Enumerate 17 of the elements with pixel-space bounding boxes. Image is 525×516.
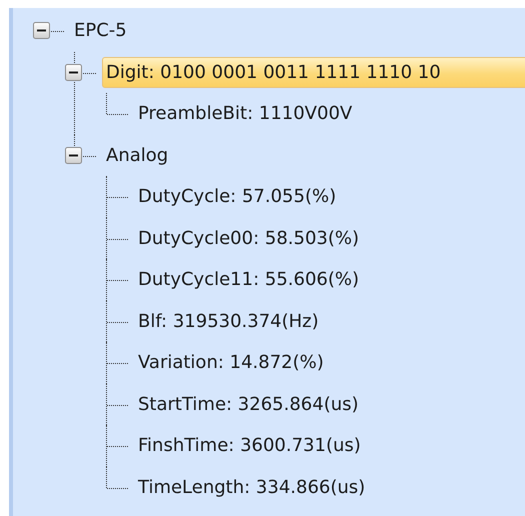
tree-item[interactable]: StartTime: 3265.864(us) — [134, 388, 363, 420]
tree-line — [83, 72, 96, 74]
collapse-icon[interactable] — [65, 64, 82, 80]
tree-item[interactable]: Digit: 0100 0001 0011 1111 1110 10 — [102, 56, 525, 88]
tree-item[interactable]: Analog — [102, 140, 172, 171]
tree-item[interactable]: Blf: 319530.374(Hz) — [134, 306, 323, 337]
tree-item[interactable]: Variation: 14.872(%) — [134, 347, 328, 378]
tree-item[interactable]: TimeLength: 334.866(us) — [134, 472, 370, 503]
tree-item[interactable]: EPC-5 — [70, 15, 131, 46]
tree-item[interactable]: DutyCycle11: 55.606(%) — [134, 264, 363, 296]
tree-item[interactable]: DutyCycle: 57.055(%) — [134, 181, 340, 212]
tree-item[interactable]: DutyCycle00: 58.503(%) — [134, 222, 363, 254]
collapse-icon[interactable] — [33, 22, 50, 39]
tree-line — [51, 31, 64, 32]
tree-item[interactable]: FinshTime: 3600.731(us) — [134, 430, 365, 462]
collapse-icon[interactable] — [65, 146, 82, 164]
tree-item[interactable]: PreambleBit: 1110V00V — [134, 98, 356, 130]
